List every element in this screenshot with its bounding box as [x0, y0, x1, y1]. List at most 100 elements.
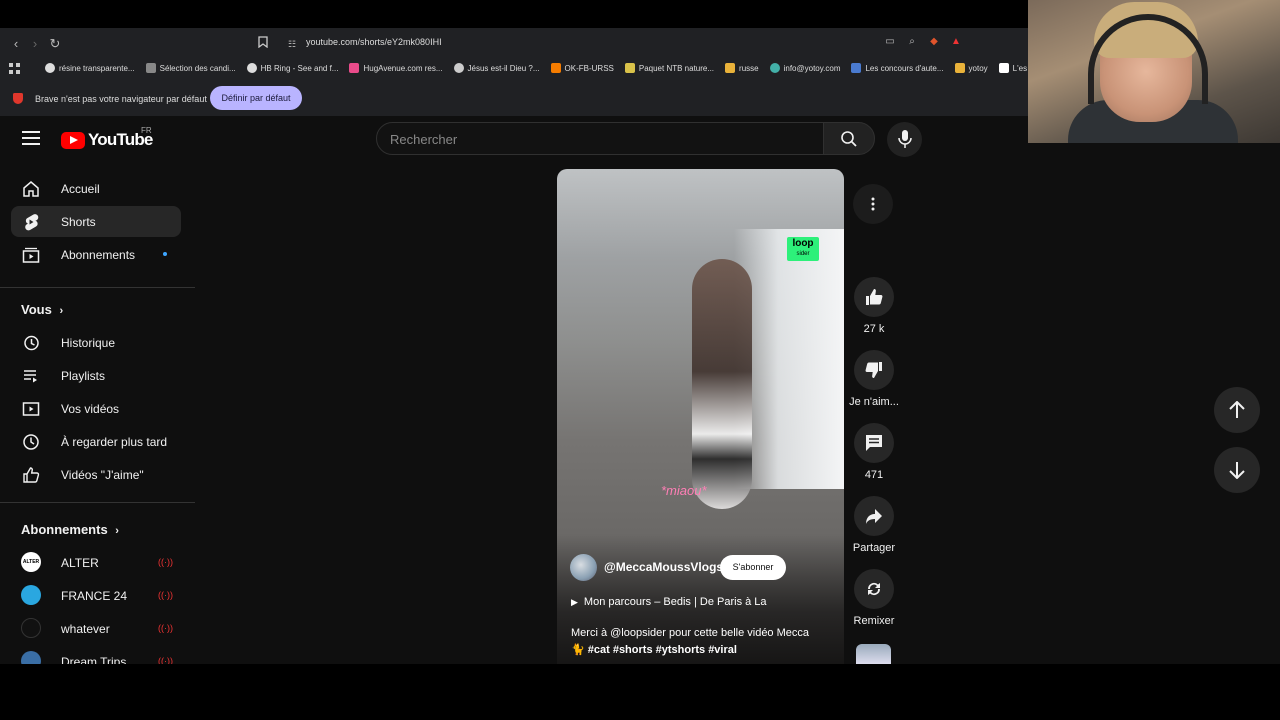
more-options-button[interactable] [853, 184, 893, 224]
apps-icon[interactable] [9, 62, 20, 74]
bookmark-favicon-icon [145, 63, 156, 73]
bookmark-label: OK-FB-URSS [564, 63, 614, 73]
bookmark-favicon-icon [624, 63, 635, 73]
search-placeholder: Rechercher [390, 132, 458, 147]
avatar: ALTER [21, 552, 41, 572]
sidebar-item-history[interactable]: Historique [11, 327, 181, 358]
cast-icon[interactable]: ▭ [884, 36, 896, 48]
brave-rewards-icon[interactable]: ▲ [950, 36, 962, 48]
live-icon: ((·)) [158, 656, 173, 664]
sidebar-channel-dream-trips[interactable]: Dream Trips ((·)) [11, 646, 181, 664]
subscribe-button[interactable]: S'abonner [720, 555, 786, 580]
search-button[interactable] [823, 122, 875, 155]
browser-nav-row: ‹ › ↻ ☷ youtube.com/shorts/eY2mk080IHI ▭… [0, 32, 1028, 56]
sidebar-item-liked-videos[interactable]: Vidéos "J'aime" [11, 459, 181, 490]
bookmark-item[interactable]: Sélection des candi... [145, 63, 236, 73]
sidebar-item-your-videos[interactable]: Vos vidéos [11, 393, 181, 424]
bookmark-item[interactable]: OK-FB-URSS [550, 63, 614, 73]
bookmark-item[interactable]: HugAvenue.com res... [349, 63, 443, 73]
description-hashtags[interactable]: 🐈 #cat #shorts #ytshorts #viral [571, 642, 836, 659]
sidebar-item-label: À regarder plus tard [61, 435, 168, 449]
folder-icon [725, 63, 736, 73]
like-action[interactable]: 27 k [848, 277, 900, 335]
bookmark-item[interactable]: Paquet NTB nature... [624, 63, 714, 73]
share-label: Partager [852, 542, 896, 554]
reload-icon[interactable]: ↻ [47, 36, 63, 52]
previous-short-button[interactable] [1214, 387, 1260, 433]
bookmark-item[interactable]: HB Ring - See and f... [246, 63, 339, 73]
comments-button[interactable] [854, 423, 894, 463]
short-video-player[interactable]: loop sider *miaou* @MeccaMoussVlogs S'abo… [557, 169, 844, 664]
back-icon[interactable]: ‹ [8, 36, 24, 52]
sidebar-item-home[interactable]: Accueil [11, 173, 181, 204]
dislike-action[interactable]: Je n'aim... [848, 350, 900, 408]
sound-link[interactable]: ▶ Mon parcours – Bedis | De Paris à La [571, 596, 767, 608]
sound-title: Mon parcours – Bedis | De Paris à La [583, 596, 767, 608]
youtube-logo[interactable]: YouTube [61, 130, 153, 150]
video-overlay-text: *miaou* [661, 483, 707, 498]
sidebar-item-label: Accueil [61, 182, 100, 196]
share-action[interactable]: Partager [848, 496, 900, 554]
bookmark-folder[interactable]: russe [725, 63, 759, 73]
bookmark-favicon-icon [246, 63, 257, 73]
share-button[interactable] [854, 496, 894, 536]
bookmark-favicon-icon [349, 63, 360, 73]
description-line: Merci à @loopsider pour cette belle vidé… [571, 627, 810, 639]
mic-icon [897, 130, 912, 148]
thumbs-down-icon [865, 362, 882, 378]
folder-icon [954, 63, 965, 73]
forward-icon[interactable]: › [27, 36, 43, 52]
letterbox-bottom [0, 664, 1280, 720]
channel-avatar[interactable] [570, 554, 597, 581]
watermark-subtext: sider [796, 251, 810, 257]
sidebar-item-label: FRANCE 24 [61, 589, 128, 603]
sidebar-item-subscriptions[interactable]: Abonnements [11, 239, 181, 270]
dislike-button[interactable] [854, 350, 894, 390]
zoom-icon[interactable]: ⌕ [906, 36, 918, 48]
remix-button[interactable] [854, 569, 894, 609]
bookmark-item[interactable]: résine transparente... [45, 63, 135, 73]
site-settings-icon[interactable]: ☷ [284, 36, 300, 52]
subscriptions-section-heading[interactable]: Abonnements › [21, 522, 119, 537]
set-default-button[interactable]: Définir par défaut [210, 86, 302, 110]
brave-logo-icon [13, 93, 23, 104]
live-icon: ((·)) [158, 623, 173, 633]
bookmark-folder[interactable]: yotoy [954, 63, 988, 73]
bookmarks-bar: résine transparente... Sélection des can… [0, 60, 1028, 76]
sidebar-item-shorts[interactable]: Shorts [11, 206, 181, 237]
comment-icon [866, 435, 882, 451]
sidebar-item-playlists[interactable]: Playlists [11, 360, 181, 391]
arrow-up-icon [1229, 401, 1245, 418]
live-icon: ((·)) [158, 557, 173, 567]
channel-name[interactable]: @MeccaMoussVlogs [604, 560, 723, 574]
default-browser-text: Brave n'est pas votre navigateur par déf… [35, 94, 207, 104]
bookmark-label: L'es [1012, 63, 1028, 73]
bookmark-item[interactable]: L'es [998, 63, 1028, 73]
bookmark-label: résine transparente... [59, 63, 135, 73]
sidebar-channel-alter[interactable]: ALTER ALTER ((·)) [11, 547, 181, 578]
sidebar-item-watch-later[interactable]: À regarder plus tard [11, 426, 181, 457]
search-input[interactable]: Rechercher [376, 122, 824, 155]
bookmark-label: Sélection des candi... [159, 63, 236, 73]
bookmark-label: HB Ring - See and f... [260, 63, 339, 73]
you-section-heading[interactable]: Vous › [21, 302, 63, 317]
webcam-overlay [1028, 0, 1280, 143]
bookmark-item[interactable]: info@yotoy.com [769, 63, 840, 73]
brave-shields-icon[interactable]: ◆ [928, 36, 940, 48]
like-button[interactable] [854, 277, 894, 317]
you-heading-label: Vous [21, 302, 52, 317]
address-bar[interactable]: ☷ youtube.com/shorts/eY2mk080IHI ▭ ⌕ ◆ ▲ [258, 32, 998, 56]
bookmark-item[interactable]: Jésus est-il Dieu ?... [453, 63, 540, 73]
bookmark-item[interactable]: Les concours d'aute... [851, 63, 944, 73]
next-short-button[interactable] [1214, 447, 1260, 493]
voice-search-button[interactable] [887, 122, 922, 157]
sidebar-channel-whatever[interactable]: whatever ((·)) [11, 613, 181, 644]
thumbs-up-icon [866, 289, 883, 305]
remix-action[interactable]: Remixer [848, 569, 900, 627]
sidebar-channel-france24[interactable]: FRANCE 24 ((·)) [11, 580, 181, 611]
menu-icon[interactable] [22, 131, 40, 145]
comments-action[interactable]: 471 [848, 423, 900, 481]
bookmark-icon[interactable] [258, 36, 274, 52]
sidebar-item-label: Historique [61, 336, 116, 350]
sound-thumbnail[interactable] [856, 644, 891, 664]
